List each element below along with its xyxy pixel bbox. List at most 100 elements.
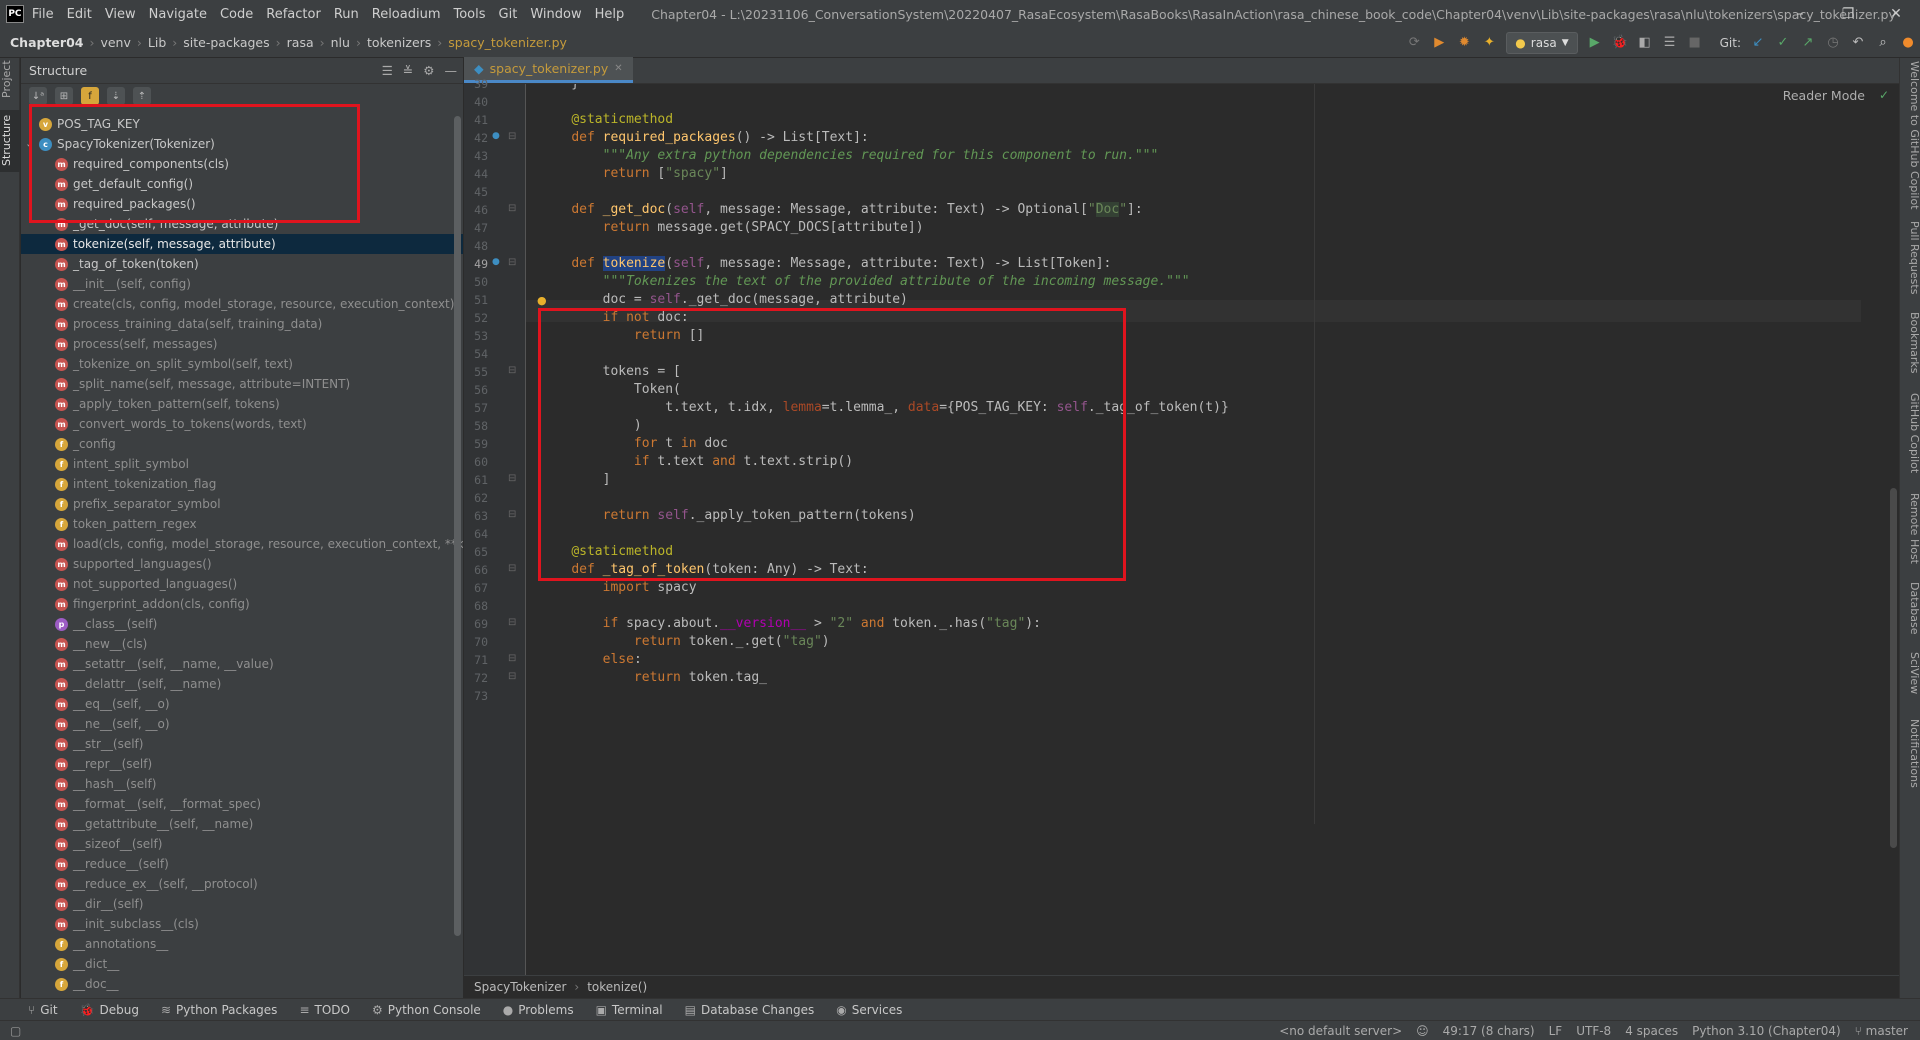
crumb-rasa[interactable]: rasa — [287, 35, 314, 50]
tree-node[interactable]: m _convert_words_to_tokens(words, text) — [21, 414, 463, 434]
gear-icon[interactable]: ⚙ — [423, 63, 434, 78]
fold-marker-icon[interactable]: ⊟ — [508, 365, 516, 376]
menu-refactor[interactable]: Refactor — [266, 7, 321, 22]
editor-scrollbar[interactable] — [1890, 488, 1897, 848]
restore-icon[interactable]: ❐ — [1824, 0, 1872, 28]
toolwindow-python-console[interactable]: ⚙ Python Console — [372, 1003, 481, 1017]
crumb-lib[interactable]: Lib — [148, 35, 166, 50]
fold-marker-icon[interactable]: ⊟ — [508, 131, 516, 142]
right-tab-remote-host[interactable]: Remote Host — [1900, 488, 1920, 568]
sync-icon[interactable]: ⟳ — [1406, 35, 1422, 51]
autoscroll-from-source-icon[interactable]: ⇡ — [133, 87, 151, 105]
fold-marker-icon[interactable]: ⊟ — [508, 509, 516, 520]
search-icon[interactable]: ⌕ — [1875, 35, 1891, 51]
autoscroll-to-source-icon[interactable]: ⇣ — [107, 87, 125, 105]
crumb-file[interactable]: spacy_tokenizer.py — [448, 35, 567, 50]
show-fields-icon[interactable]: f — [81, 87, 99, 105]
right-tab-bookmarks[interactable]: Bookmarks — [1900, 308, 1920, 378]
tab-project[interactable]: Project — [0, 60, 20, 104]
tree-node[interactable]: m __str__(self) — [21, 734, 463, 754]
git-branch[interactable]: ⑂ master — [1855, 1024, 1908, 1038]
toolwindow-todo[interactable]: ≡ TODO — [299, 1003, 350, 1017]
reloadium-run-icon[interactable]: ✦ — [1481, 35, 1497, 51]
toolwindow-python-packages[interactable]: ≋ Python Packages — [161, 1003, 277, 1017]
fold-marker-icon[interactable]: ⊟ — [508, 257, 516, 268]
tree-node[interactable]: f token_pattern_regex — [21, 514, 463, 534]
crumb-tokenizers[interactable]: tokenizers — [367, 35, 431, 50]
run-icon[interactable]: ▶ — [1587, 35, 1603, 51]
menu-run[interactable]: Run — [334, 7, 359, 22]
expand-all-icon[interactable]: ☰ — [382, 63, 393, 78]
update-icon[interactable]: ● — [1900, 35, 1916, 51]
menu-reloadium[interactable]: Reloadium — [372, 7, 441, 22]
tree-node[interactable]: p __class__(self) — [21, 614, 463, 634]
menu-file[interactable]: File — [32, 7, 54, 22]
tree-node[interactable]: f __annotations__ — [21, 934, 463, 954]
tree-node[interactable]: m _tag_of_token(token) — [21, 254, 463, 274]
tree-node[interactable]: m tokenize(self, message, attribute) — [21, 234, 463, 254]
collapse-all-icon[interactable]: ≚ — [403, 63, 413, 78]
show-inherited-icon[interactable]: ⊞ — [55, 87, 73, 105]
git-push-icon[interactable]: ↗ — [1800, 35, 1816, 51]
history-icon[interactable]: ◷ — [1825, 35, 1841, 51]
menu-view[interactable]: View — [105, 7, 136, 22]
crumb-chapter04[interactable]: Chapter04 — [10, 35, 83, 50]
tree-node[interactable]: m supported_languages() — [21, 554, 463, 574]
indent-setting[interactable]: 4 spaces — [1625, 1024, 1678, 1038]
crumb-nlu[interactable]: nlu — [331, 35, 350, 50]
right-tab-pull-requests[interactable]: Pull Requests — [1900, 218, 1920, 298]
run-configuration-select[interactable]: ● rasa ▼ — [1506, 32, 1578, 54]
coverage-icon[interactable]: ◧ — [1637, 35, 1653, 51]
right-tab-database[interactable]: Database — [1900, 578, 1920, 638]
caret-position[interactable]: 49:17 (8 chars) — [1443, 1024, 1535, 1038]
menu-code[interactable]: Code — [220, 7, 253, 22]
hide-icon[interactable]: — — [445, 63, 458, 78]
tree-node[interactable]: m _apply_token_pattern(self, tokens) — [21, 394, 463, 414]
tree-node[interactable]: f __doc__ — [21, 974, 463, 992]
tree-node[interactable]: f intent_split_symbol — [21, 454, 463, 474]
close-icon[interactable]: ✕ — [614, 63, 622, 74]
tree-node[interactable]: m __setattr__(self, __name, __value) — [21, 654, 463, 674]
menu-tools[interactable]: Tools — [454, 7, 486, 22]
tree-node[interactable]: f intent_tokenization_flag — [21, 474, 463, 494]
tree-node[interactable]: m _tokenize_on_split_symbol(self, text) — [21, 354, 463, 374]
right-tab-sciview[interactable]: SciView — [1900, 648, 1920, 698]
tree-node[interactable]: f _config — [21, 434, 463, 454]
right-tab-notifications[interactable]: Notifications — [1900, 708, 1920, 798]
layout-icon[interactable]: ▢ — [10, 1024, 21, 1038]
tree-node[interactable]: f prefix_separator_symbol — [21, 494, 463, 514]
fold-marker-icon[interactable]: ⊟ — [508, 653, 516, 664]
tree-node[interactable]: m fingerprint_addon(cls, config) — [21, 594, 463, 614]
tree-node[interactable]: m __repr__(self) — [21, 754, 463, 774]
menu-edit[interactable]: Edit — [67, 7, 92, 22]
breadcrumb-method[interactable]: tokenize() — [587, 980, 647, 994]
menu-window[interactable]: Window — [530, 7, 581, 22]
copilot-icon[interactable]: ☺ — [1416, 1024, 1429, 1038]
tree-vertical-scrollbar[interactable] — [454, 116, 461, 936]
debug-icon[interactable]: 🐞 — [1612, 35, 1628, 51]
tree-node[interactable]: m __hash__(self) — [21, 774, 463, 794]
crumb-venv[interactable]: venv — [100, 35, 130, 50]
toolwindow-database-changes[interactable]: ▤ Database Changes — [685, 1003, 815, 1017]
toolwindow-services[interactable]: ◉ Services — [836, 1003, 902, 1017]
build-icon[interactable]: ▶ — [1431, 35, 1447, 51]
right-tab-github-copilot[interactable]: GitHub Copilot — [1900, 388, 1920, 478]
tree-node[interactable]: m load(cls, config, model_storage, resour… — [21, 534, 463, 554]
fold-marker-icon[interactable]: ⊟ — [508, 563, 516, 574]
fold-marker-icon[interactable]: ⊟ — [508, 617, 516, 628]
fold-marker-icon[interactable]: ⊟ — [508, 671, 516, 682]
more-run-icon[interactable]: ☰ — [1662, 35, 1678, 51]
fold-marker-icon[interactable]: ⊟ — [508, 203, 516, 214]
menu-git[interactable]: Git — [499, 7, 518, 22]
breadcrumb-class[interactable]: SpacyTokenizer — [474, 980, 566, 994]
tab-spacy-tokenizer[interactable]: ◆ spacy_tokenizer.py ✕ — [464, 57, 633, 83]
tree-node[interactable]: m __sizeof__(self) — [21, 834, 463, 854]
tree-node[interactable]: m _split_name(self, message, attribute=IN… — [21, 374, 463, 394]
git-commit-icon[interactable]: ✓ — [1775, 35, 1791, 51]
python-interpreter[interactable]: Python 3.10 (Chapter04) — [1692, 1024, 1841, 1038]
toolwindow-terminal[interactable]: ▣ Terminal — [596, 1003, 663, 1017]
tree-node[interactable]: m process_training_data(self, training_da… — [21, 314, 463, 334]
tree-node[interactable]: m __reduce__(self) — [21, 854, 463, 874]
tree-node[interactable]: m process(self, messages) — [21, 334, 463, 354]
rollback-icon[interactable]: ↶ — [1850, 35, 1866, 51]
